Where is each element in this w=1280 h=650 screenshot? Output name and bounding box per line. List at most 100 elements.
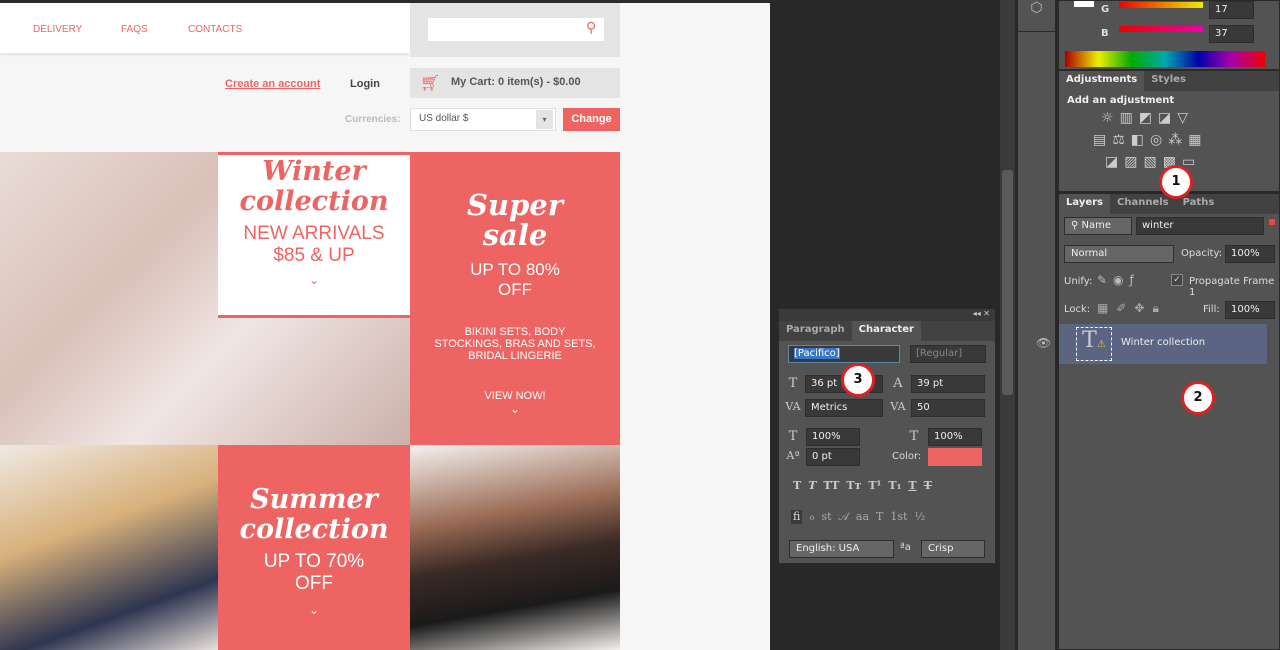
3d-icon[interactable]: ⬡ [1018,0,1055,32]
antialias-select[interactable]: Crisp [921,540,985,558]
leading-icon: A [893,376,903,391]
threshold-icon[interactable]: ▧ [1143,154,1156,170]
document-canvas[interactable]: DELIVERY FAQS CONTACTS ⚲ Create an accou… [0,0,770,650]
adjustments-heading: Add an adjustment [1067,95,1175,106]
opacity-input[interactable]: 100% [1225,245,1275,263]
layers-panel: Layers Channels Paths ⚲ Name winter Normal… [1036,193,1280,650]
winter-collection-tile[interactable]: Winter collection NEW ARRIVALS $85 & UP … [218,152,410,318]
horizontal-scale-input[interactable]: 100% [928,428,982,446]
b-slider[interactable] [1119,26,1203,32]
st-ligature-button[interactable]: st [821,510,831,524]
discretionary-ligatures-button[interactable]: ℴ [809,510,814,524]
unify-icons[interactable]: ✎◉ƒ [1097,273,1140,287]
horizontal-scale-icon: T [909,429,919,444]
color-balance-icon[interactable]: ⚖ [1112,132,1125,148]
ordinals-button[interactable]: 1st [890,510,907,524]
vertical-scale-input[interactable]: 100% [806,428,860,446]
g-value[interactable]: 17 [1209,1,1254,19]
vibrance-icon[interactable]: ▽ [1177,110,1188,126]
chevron-down-icon[interactable]: ▾ [536,110,553,129]
layer-row-winter-collection[interactable]: 👁︎ T⚠ Winter collection [1036,324,1267,364]
black-white-icon[interactable]: ◧ [1131,132,1144,148]
tab-paragraph[interactable]: Paragraph [779,321,852,341]
banner-photo-brunette [410,445,620,650]
currency-select[interactable]: US dollar $ [410,108,556,131]
curves-icon[interactable]: ◩ [1139,110,1152,126]
tab-character[interactable]: Character [851,321,921,341]
posterize-icon[interactable]: ▨ [1124,154,1137,170]
stylistic-alternates-button[interactable]: aa [856,510,869,524]
b-label: B [1101,28,1109,39]
faux-italic-button[interactable]: T [808,479,816,492]
leading-input[interactable]: 39 pt [911,375,985,393]
callout-3: 3 [841,363,875,397]
ligatures-button[interactable]: fi [791,510,803,524]
swash-button[interactable]: 𝒜 [839,510,849,524]
kerning-select[interactable]: Metrics [805,399,883,417]
login-link[interactable]: Login [350,78,380,90]
foreground-swatch[interactable] [1074,1,1094,7]
text-layer-thumbnail: T⚠ [1076,327,1112,361]
subscript-button[interactable]: T₁ [888,479,901,492]
font-style-select[interactable]: [Regular] [910,345,986,363]
tab-layers[interactable]: Layers [1059,194,1110,214]
font-size-icon: T [788,376,798,391]
b-value[interactable]: 37 [1209,25,1254,43]
fill-input[interactable]: 100% [1225,301,1275,319]
search-icon[interactable]: ⚲ [586,20,596,36]
super-sale-tile[interactable]: Super sale UP TO 80% OFF BIKINI SETS, BO… [410,152,620,445]
hue-saturation-icon[interactable]: ▤ [1093,132,1106,148]
strikethrough-button[interactable]: T [924,479,932,492]
eye-icon[interactable]: 👁︎ [1036,336,1051,350]
font-family-select[interactable]: [Pacifico] [788,345,900,363]
summer-collection-tile[interactable]: Summer collection UP TO 70% OFF ⌄ [218,445,410,650]
change-button[interactable]: Change [563,108,620,131]
search-input[interactable] [428,18,604,41]
tracking-select[interactable]: 50 [911,399,985,417]
text-color-swatch[interactable] [928,448,982,466]
nav-contacts[interactable]: CONTACTS [188,24,242,35]
titling-button[interactable]: T [876,510,883,524]
tab-channels[interactable]: Channels [1110,194,1176,214]
chevron-down-icon: ⌄ [509,402,521,416]
fractions-button[interactable]: ½ [914,510,925,524]
sale-desc-3: BRIDAL LINGERIE [468,350,562,362]
photo-filter-icon[interactable]: ◎ [1150,132,1162,148]
view-now-link[interactable]: VIEW NOW! [410,390,620,402]
lock-icons[interactable]: ▦✐✥🔒︎ [1097,301,1167,316]
language-select[interactable]: English: USA [789,540,894,558]
scrollbar-thumb[interactable] [1002,170,1013,395]
layer-filter-kind[interactable]: ⚲ Name [1064,217,1132,235]
brightness-icon[interactable]: ☼ [1101,110,1114,126]
baseline-shift-input[interactable]: 0 pt [806,448,860,466]
canvas-scrollbar[interactable] [1000,0,1015,650]
levels-icon[interactable]: ▥ [1120,110,1133,126]
g-slider[interactable] [1119,2,1203,8]
faux-bold-button[interactable]: T [793,479,801,492]
propagate-checkbox[interactable]: ✓ [1171,274,1183,286]
filter-toggle[interactable] [1269,219,1275,225]
exposure-icon[interactable]: ◪ [1158,110,1171,126]
color-lookup-icon[interactable]: ▦ [1188,132,1201,148]
blend-mode-select[interactable]: Normal [1064,245,1174,263]
nav-delivery[interactable]: DELIVERY [33,24,82,35]
all-caps-button[interactable]: TT [823,479,839,492]
channel-mixer-icon[interactable]: ⁂ [1168,132,1182,148]
underline-button[interactable]: T [908,479,916,492]
invert-icon[interactable]: ◪ [1105,154,1118,170]
adjustment-icons-row-3: ◪ ▨ ▧ ▩ ▭ [1105,154,1279,170]
tab-styles[interactable]: Styles [1144,71,1193,91]
tab-adjustments[interactable]: Adjustments [1059,71,1145,91]
kerning-icon: VA [785,400,801,413]
superscript-button[interactable]: T¹ [868,479,881,492]
font-family-value: [Pacifico] [794,348,840,359]
panel-collapse-close[interactable]: ◂◂ ✕ [779,309,995,321]
antialias-label: ªa [900,542,911,553]
layer-filter-input[interactable]: winter [1136,217,1264,235]
color-ramp[interactable] [1065,51,1265,67]
chevron-down-icon: ⌄ [308,603,320,617]
small-caps-button[interactable]: Tт [846,479,861,492]
create-account-link[interactable]: Create an account [225,78,320,90]
nav-faqs[interactable]: FAQS [121,24,148,35]
summer-title-1: Summer [250,484,378,515]
